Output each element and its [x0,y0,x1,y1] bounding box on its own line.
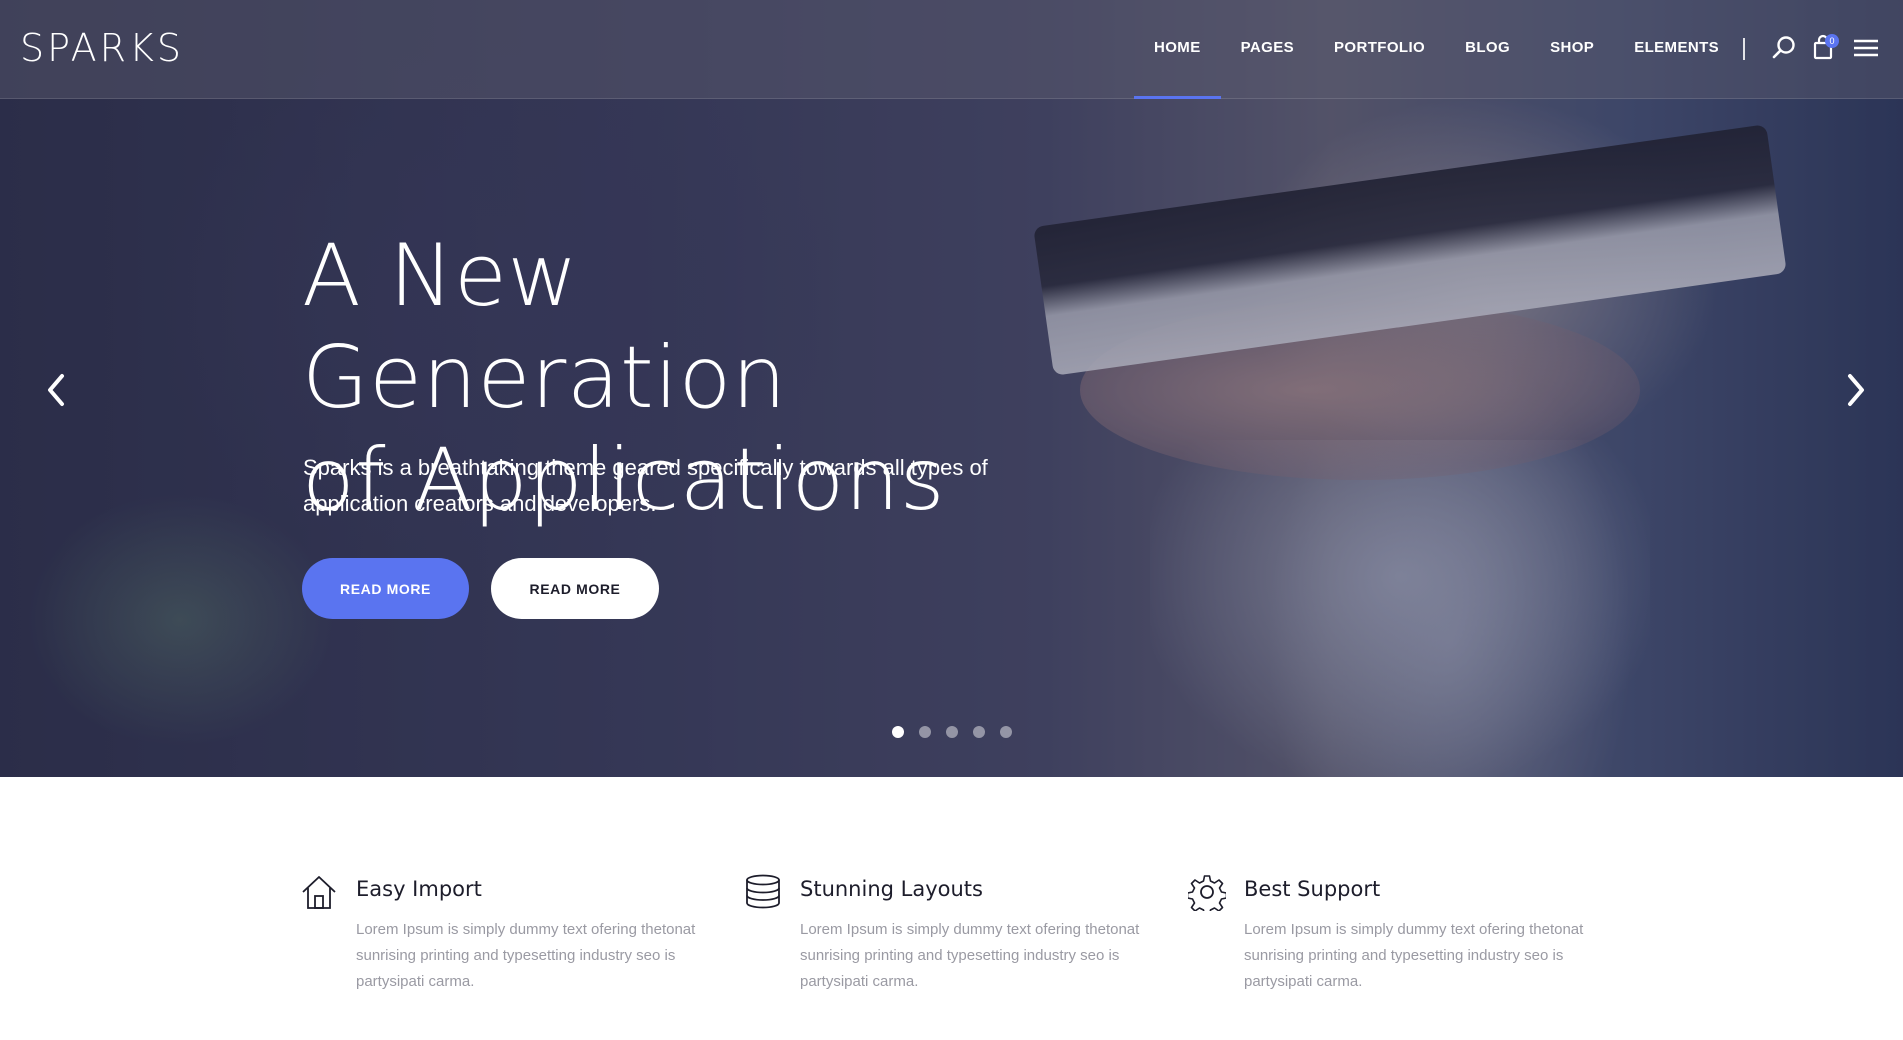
slider-dot-1[interactable] [892,726,904,738]
feature-title: Best Support [1244,877,1381,901]
home-icon [300,873,338,911]
site-header: SPARKS HOME PAGES PORTFOLIO BLOG SHOP EL… [0,0,1903,99]
menu-icon[interactable] [1852,34,1880,62]
slider-pagination [892,726,1012,738]
nav-item-blog[interactable]: BLOG [1465,0,1510,99]
gear-icon [1186,873,1228,916]
hero-subtitle-line-2: application creators and developers. [303,491,657,516]
read-more-primary-button[interactable]: READ MORE [302,558,469,619]
database-icon [744,873,782,911]
feature-text: Lorem Ipsum is simply dummy text ofering… [356,921,696,990]
nav-item-portfolio[interactable]: PORTFOLIO [1334,0,1425,99]
hero-subtitle-line-1: Sparks is a breathtaking theme geared sp… [303,455,988,480]
site-logo[interactable]: SPARKS [20,26,184,70]
hero-subtitle: Sparks is a breathtaking theme geared sp… [303,450,1023,522]
search-icon[interactable] [1770,34,1798,62]
feature-text: Lorem Ipsum is simply dummy text ofering… [1244,921,1584,990]
slider-dot-5[interactable] [1000,726,1012,738]
slider-prev-arrow-icon[interactable] [42,370,72,410]
slider-dot-4[interactable] [973,726,985,738]
hero-title-line-1: A New Generation [302,226,787,428]
slider-dot-3[interactable] [946,726,958,738]
feature-title: Stunning Layouts [800,877,983,901]
feature-text: Lorem Ipsum is simply dummy text ofering… [800,921,1140,990]
nav-divider [1743,38,1745,60]
main-nav: HOME PAGES PORTFOLIO BLOG SHOP ELEMENTS [1134,0,1739,99]
hero-slider: A New Generation of Applications Sparks … [0,0,1903,777]
feature-title: Easy Import [356,877,482,901]
nav-item-pages[interactable]: PAGES [1241,0,1294,99]
nav-item-shop[interactable]: SHOP [1550,0,1594,99]
nav-item-home[interactable]: HOME [1134,0,1221,99]
read-more-secondary-button[interactable]: READ MORE [491,558,659,619]
cart-count-badge: 0 [1825,34,1839,48]
slider-next-arrow-icon[interactable] [1840,370,1870,410]
slider-dot-2[interactable] [919,726,931,738]
nav-item-elements[interactable]: ELEMENTS [1634,0,1719,99]
